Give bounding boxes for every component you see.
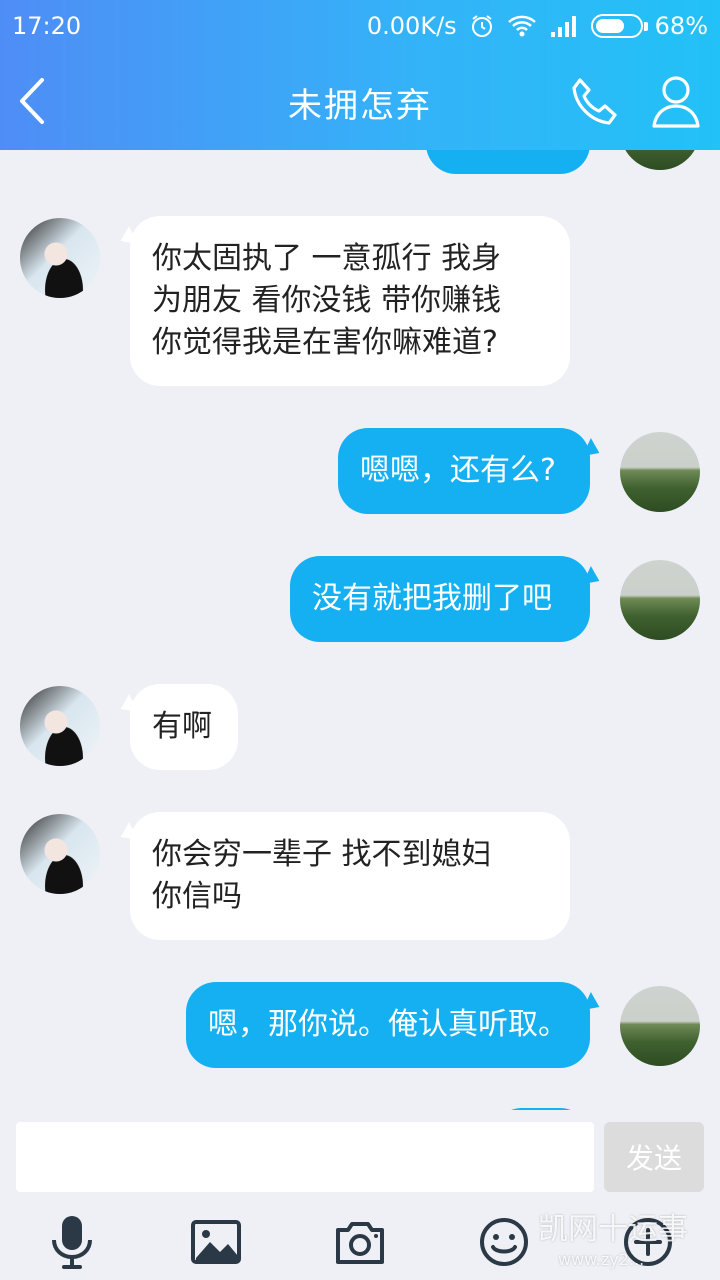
alarm-icon [469,13,495,39]
avatar[interactable] [20,686,100,766]
battery-level [595,19,625,33]
message-bubble-outgoing[interactable]: 嗯嗯，还有么? [338,428,590,514]
composer: 发送 [0,1110,720,1202]
avatar[interactable] [620,432,700,512]
chevron-left-icon [20,78,44,124]
person-icon [652,76,700,128]
emoji-icon [480,1218,528,1266]
network-speed: 0.00K/s [366,12,457,40]
call-button[interactable] [566,74,622,130]
message-bubble-incoming[interactable]: 你太固执了 一意孤行 我身 为朋友 看你没钱 带你赚钱 你觉得我是在害你嘛难道? [130,216,570,386]
composer-toolbar [0,1202,720,1280]
avatar[interactable] [620,986,700,1066]
chat-header: 17:20 0.00K/s 68% 未拥怎弃 [0,0,720,150]
send-button[interactable]: 发送 [604,1122,704,1192]
more-button[interactable] [620,1214,676,1270]
camera-icon [336,1222,384,1264]
emoji-button[interactable] [476,1214,532,1270]
message-list[interactable]: 你太固执了 一意孤行 我身 为朋友 看你没钱 带你赚钱 你觉得我是在害你嘛难道?… [0,150,720,1110]
message-bubble-outgoing[interactable]: 没有就把我删了吧 [290,556,590,642]
status-bar: 17:20 0.00K/s 68% [0,0,720,52]
avatar[interactable] [620,150,700,170]
camera-button[interactable] [332,1214,388,1270]
battery-icon [590,14,648,38]
message-bubble-outgoing[interactable]: 嗯，那你说。俺认真听取。 [186,982,590,1068]
back-button[interactable] [12,74,56,128]
title-bar: 未拥怎弃 [0,52,720,150]
battery-percent: 68% [654,12,708,40]
image-button[interactable] [188,1214,244,1270]
message-bubble-outgoing[interactable] [426,150,590,174]
message-bubble-incoming[interactable]: 有啊 [130,684,238,770]
microphone-icon [52,1216,92,1269]
message-input[interactable] [16,1122,594,1192]
message-bubble-incoming[interactable]: 你会穷一辈子 找不到媳妇 你信吗 [130,812,570,940]
status-time: 17:20 [12,12,82,40]
phone-icon [572,78,617,125]
avatar[interactable] [20,218,100,298]
image-icon [191,1220,241,1264]
signal-icon [549,14,579,38]
avatar[interactable] [620,560,700,640]
status-icons: 0.00K/s 68% [367,12,708,40]
voice-button[interactable] [44,1214,100,1270]
profile-button[interactable] [648,72,704,130]
wifi-icon [507,14,537,38]
avatar[interactable] [20,814,100,894]
plus-icon [624,1218,672,1266]
